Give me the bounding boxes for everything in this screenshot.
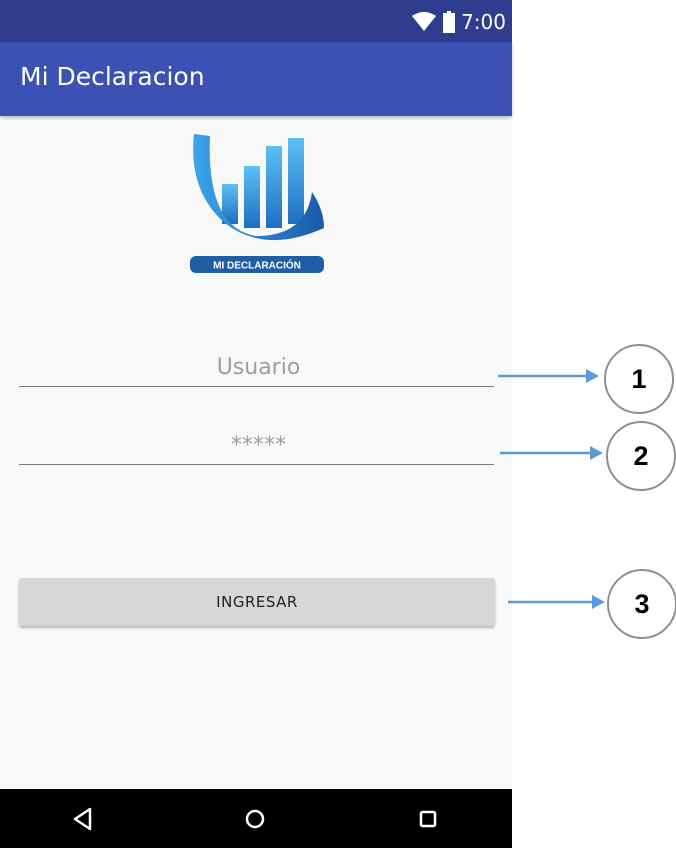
battery-icon [443,11,456,33]
password-field[interactable] [19,424,498,466]
password-input[interactable] [19,424,498,466]
home-icon[interactable] [238,802,272,836]
phone-screen: 7:00 Mi Declaracion MI DECLARACIÓN Usuar… [0,0,512,848]
callout-2: 2 [606,421,676,491]
status-icons: 7:00 [411,10,506,34]
arrow-3 [508,595,605,609]
recents-icon[interactable] [411,802,445,836]
status-time: 7:00 [461,10,506,34]
back-icon[interactable] [66,802,100,836]
app-logo: MI DECLARACIÓN [190,134,324,273]
login-button[interactable]: INGRESAR [19,578,495,626]
username-input[interactable] [19,346,498,388]
arrow-2 [500,446,603,460]
wifi-icon [412,12,437,31]
app-bar: Mi Declaracion [0,42,512,116]
callout-3: 3 [607,569,676,639]
app-title: Mi Declaracion [20,62,205,91]
username-field[interactable] [19,346,498,388]
arrow-1 [498,369,599,383]
logo-text: MI DECLARACIÓN [213,259,301,272]
status-bar: 7:00 [0,0,512,42]
callout-1: 1 [604,344,674,414]
navigation-bar [0,789,512,848]
